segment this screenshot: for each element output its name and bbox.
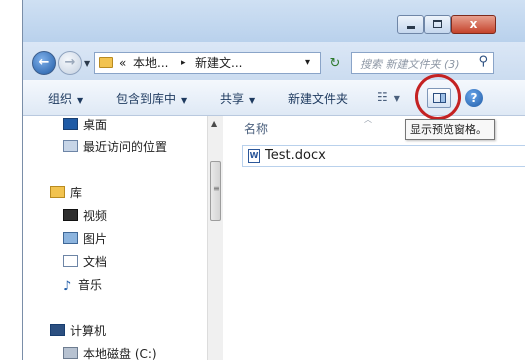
address-bar[interactable]: « 本地... ▸ 新建文... ▾ [94, 52, 321, 74]
disk-icon [63, 347, 78, 359]
close-icon: x [469, 17, 478, 31]
search-icon[interactable]: ⚲ [478, 54, 488, 69]
sort-indicator-icon: ︿ [364, 115, 372, 124]
sidebar-item-libraries[interactable]: 库 [50, 184, 82, 202]
forward-button[interactable]: → [58, 51, 82, 75]
sidebar-item-label: 本地磁盘 (C:) [83, 347, 157, 360]
sidebar-item-label: 图片 [83, 232, 108, 246]
documents-icon [63, 255, 78, 267]
sidebar-item-label: 最近访问的位置 [83, 140, 168, 154]
sidebar-item-pictures[interactable]: 图片 [63, 230, 107, 248]
address-row: ← → ▼ « 本地... ▸ 新建文... ▾ ↻ 搜索 新建文件夹 (3) … [23, 42, 525, 80]
navigation-scrollbar[interactable]: ▲ ≡ [207, 116, 223, 360]
chevron-down-icon: ▼ [77, 96, 84, 105]
recent-pages-dropdown[interactable]: ▼ [84, 59, 90, 68]
grip-icon: ≡ [213, 184, 220, 193]
new-folder-button[interactable]: 新建文件夹 [288, 90, 348, 107]
include-in-library-button[interactable]: 包含到库中 ▼ [116, 90, 187, 107]
navigation-pane: 桌面 最近访问的位置 库 视频 图片 文档 ♪ 音乐 计算机 本地磁盘 (C:) [23, 116, 223, 360]
minimize-icon [407, 26, 415, 29]
chevron-down-icon: ▼ [249, 96, 256, 105]
sidebar-item-label: 计算机 [70, 324, 107, 338]
title-bar: x [23, 0, 525, 42]
breadcrumb-separator-icon[interactable]: ▸ [181, 55, 186, 71]
maximize-button[interactable] [424, 15, 451, 34]
share-button[interactable]: 共享 ▼ [220, 90, 255, 107]
minimize-button[interactable] [397, 15, 424, 34]
sidebar-item-music[interactable]: ♪ 音乐 [63, 276, 102, 294]
view-list-icon: ☷ [377, 90, 388, 104]
library-icon [50, 186, 65, 198]
address-dropdown-icon[interactable]: ▾ [305, 55, 310, 71]
include-library-label: 包含到库中 [116, 92, 177, 106]
breadcrumb-new-folder[interactable]: 新建文... [195, 55, 242, 71]
forward-arrow-icon: → [64, 55, 76, 70]
sidebar-item-computer[interactable]: 计算机 [50, 322, 106, 340]
sidebar-item-label: 库 [70, 186, 83, 200]
column-header-label: 名称 [244, 122, 269, 136]
maximize-icon [433, 20, 442, 28]
change-view-button[interactable]: ☷ ▼ [377, 88, 409, 106]
file-row[interactable]: W Test.docx [242, 145, 525, 167]
organize-label: 组织 [48, 92, 73, 106]
folder-icon [99, 57, 113, 68]
sidebar-item-desktop[interactable]: 桌面 [63, 116, 107, 134]
sidebar-item-label: 桌面 [83, 118, 108, 132]
chevron-down-icon: ▼ [181, 96, 188, 105]
back-arrow-icon: ← [38, 55, 50, 70]
sidebar-item-label: 音乐 [78, 278, 103, 292]
help-icon[interactable]: ? [465, 89, 483, 107]
breadcrumb-local[interactable]: 本地... [133, 55, 168, 71]
share-label: 共享 [220, 92, 245, 106]
sidebar-item-local-disk-c[interactable]: 本地磁盘 (C:) [63, 345, 157, 360]
sidebar-item-videos[interactable]: 视频 [63, 207, 107, 225]
music-icon: ♪ [63, 279, 72, 294]
scrollbar-thumb[interactable]: ≡ [210, 161, 221, 221]
recent-places-icon [63, 140, 78, 152]
back-button[interactable]: ← [32, 51, 56, 75]
word-document-icon: W [248, 149, 260, 163]
video-icon [63, 209, 78, 221]
search-placeholder: 搜索 新建文件夹 (3) [360, 58, 460, 71]
sidebar-item-documents[interactable]: 文档 [63, 253, 107, 271]
explorer-window: x ← → ▼ « 本地... ▸ 新建文... ▾ ↻ 搜索 新建文件夹 (3… [22, 0, 525, 360]
refresh-icon[interactable]: ↻ [325, 56, 345, 72]
sidebar-item-label: 视频 [83, 209, 108, 223]
file-name: Test.docx [265, 148, 326, 163]
pictures-icon [63, 232, 78, 244]
breadcrumb-overflow[interactable]: « [119, 55, 126, 71]
scroll-up-icon[interactable]: ▲ [211, 119, 217, 128]
chevron-down-icon: ▼ [393, 94, 400, 103]
column-header-name[interactable]: 名称 [244, 120, 268, 137]
organize-button[interactable]: 组织 ▼ [48, 90, 83, 107]
search-input[interactable]: 搜索 新建文件夹 (3) ⚲ [351, 52, 494, 74]
desktop-icon [63, 118, 78, 130]
new-folder-label: 新建文件夹 [288, 92, 349, 106]
close-button[interactable]: x [451, 15, 496, 34]
preview-pane-tooltip: 显示预览窗格。 [405, 119, 495, 140]
file-list-pane: 名称 ︿ W Test.docx [224, 115, 525, 360]
sidebar-item-label: 文档 [83, 255, 108, 269]
computer-icon [50, 324, 65, 336]
sidebar-item-recent-places[interactable]: 最近访问的位置 [63, 138, 167, 156]
